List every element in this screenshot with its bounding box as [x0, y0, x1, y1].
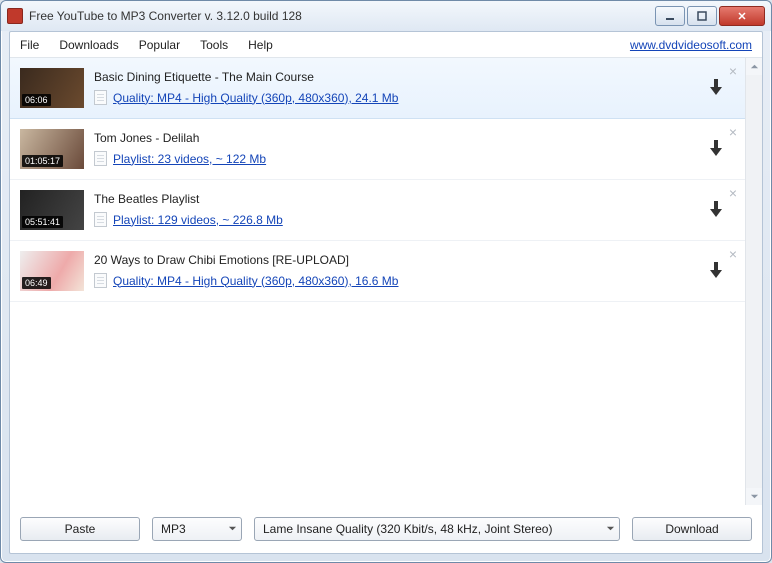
document-icon [94, 90, 107, 105]
item-title: The Beatles Playlist [94, 192, 701, 206]
item-title: Basic Dining Etiquette - The Main Course [94, 70, 701, 84]
document-icon [94, 273, 107, 288]
document-icon [94, 212, 107, 227]
chevron-down-icon [222, 522, 237, 536]
list-item[interactable]: 06:49 20 Ways to Draw Chibi Emotions [RE-… [10, 241, 745, 302]
download-arrow-icon[interactable] [709, 262, 723, 281]
item-detail-link[interactable]: Playlist: 23 videos, ~ 122 Mb [113, 152, 266, 166]
paste-label: Paste [65, 522, 96, 536]
item-meta: Tom Jones - Delilah Playlist: 23 videos, … [94, 129, 701, 166]
download-arrow-icon[interactable] [709, 201, 723, 220]
bottom-bar: Paste MP3 Lame Insane Quality (320 Kbit/… [10, 505, 762, 553]
item-title: Tom Jones - Delilah [94, 131, 701, 145]
list-item[interactable]: 06:06 Basic Dining Etiquette - The Main C… [10, 58, 745, 119]
list-item[interactable]: 05:51:41 The Beatles Playlist Playlist: 12… [10, 180, 745, 241]
item-meta: 20 Ways to Draw Chibi Emotions [RE-UPLOA… [94, 251, 701, 288]
chevron-down-icon [600, 522, 615, 536]
close-button[interactable] [719, 6, 765, 26]
download-label: Download [665, 522, 718, 536]
app-icon [7, 8, 23, 24]
item-title: 20 Ways to Draw Chibi Emotions [RE-UPLOA… [94, 253, 701, 267]
scrollbar[interactable] [745, 58, 762, 505]
menubar: File Downloads Popular Tools Help www.dv… [10, 32, 762, 58]
item-meta: Basic Dining Etiquette - The Main Course… [94, 68, 701, 105]
format-value: MP3 [161, 522, 186, 536]
scroll-up-button[interactable] [746, 58, 762, 75]
item-detail-link[interactable]: Playlist: 129 videos, ~ 226.8 Mb [113, 213, 283, 227]
duration-badge: 06:49 [22, 277, 51, 289]
remove-item-icon[interactable]: × [729, 64, 737, 78]
remove-item-icon[interactable]: × [729, 186, 737, 200]
app-window: Free YouTube to MP3 Converter v. 3.12.0 … [0, 0, 772, 563]
download-list: 06:06 Basic Dining Etiquette - The Main C… [10, 58, 745, 505]
maximize-button[interactable] [687, 6, 717, 26]
minimize-button[interactable] [655, 6, 685, 26]
item-meta: The Beatles Playlist Playlist: 129 videos… [94, 190, 701, 227]
menu-tools[interactable]: Tools [200, 38, 228, 52]
duration-badge: 06:06 [22, 94, 51, 106]
menu-help[interactable]: Help [248, 38, 273, 52]
remove-item-icon[interactable]: × [729, 125, 737, 139]
download-arrow-icon[interactable] [709, 79, 723, 98]
remove-item-icon[interactable]: × [729, 247, 737, 261]
list-item[interactable]: 01:05:17 Tom Jones - Delilah Playlist: 23 … [10, 119, 745, 180]
item-detail-link[interactable]: Quality: MP4 - High Quality (360p, 480x3… [113, 91, 398, 105]
download-arrow-icon[interactable] [709, 140, 723, 159]
site-link[interactable]: www.dvdvideosoft.com [630, 38, 752, 52]
thumbnail: 06:49 [20, 251, 84, 291]
duration-badge: 05:51:41 [22, 216, 63, 228]
download-button[interactable]: Download [632, 517, 752, 541]
window-controls [655, 6, 765, 26]
thumbnail: 06:06 [20, 68, 84, 108]
document-icon [94, 151, 107, 166]
menu-file[interactable]: File [20, 38, 39, 52]
titlebar[interactable]: Free YouTube to MP3 Converter v. 3.12.0 … [1, 1, 771, 31]
duration-badge: 01:05:17 [22, 155, 63, 167]
item-detail-link[interactable]: Quality: MP4 - High Quality (360p, 480x3… [113, 274, 398, 288]
menu-popular[interactable]: Popular [139, 38, 180, 52]
format-combo[interactable]: MP3 [152, 517, 242, 541]
quality-value: Lame Insane Quality (320 Kbit/s, 48 kHz,… [263, 522, 552, 536]
paste-button[interactable]: Paste [20, 517, 140, 541]
thumbnail: 05:51:41 [20, 190, 84, 230]
menu-downloads[interactable]: Downloads [59, 38, 118, 52]
quality-combo[interactable]: Lame Insane Quality (320 Kbit/s, 48 kHz,… [254, 517, 620, 541]
client-area: File Downloads Popular Tools Help www.dv… [9, 31, 763, 554]
thumbnail: 01:05:17 [20, 129, 84, 169]
list-wrap: 06:06 Basic Dining Etiquette - The Main C… [10, 58, 762, 505]
window-title: Free YouTube to MP3 Converter v. 3.12.0 … [29, 9, 655, 23]
scroll-down-button[interactable] [746, 488, 762, 505]
